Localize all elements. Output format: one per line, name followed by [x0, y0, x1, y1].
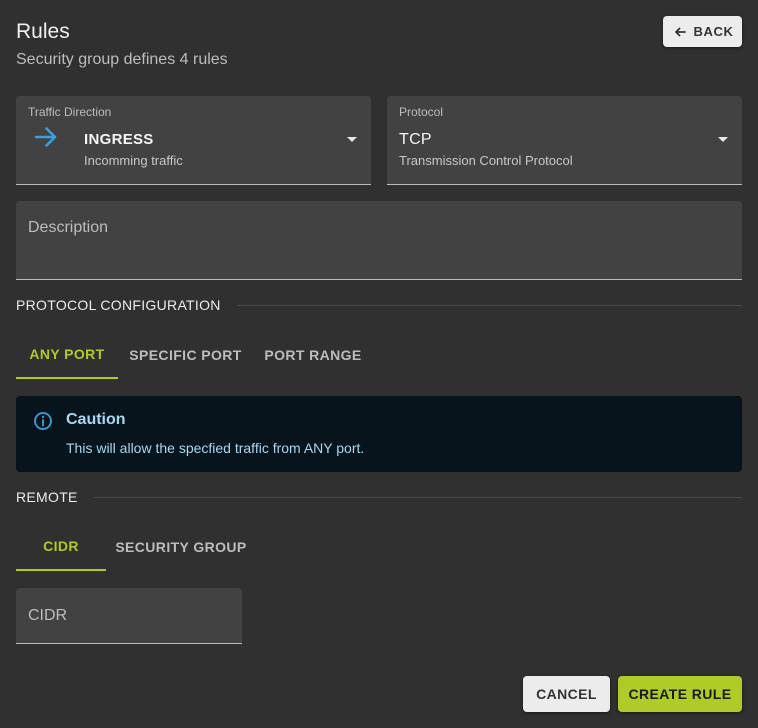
- tab-port-range[interactable]: PORT RANGE: [253, 331, 373, 379]
- section-divider: [93, 496, 742, 498]
- cancel-button[interactable]: CANCEL: [523, 676, 610, 712]
- back-button[interactable]: BACK: [663, 16, 742, 47]
- tab-any-port[interactable]: ANY PORT: [16, 331, 118, 379]
- tab-specific-port[interactable]: SPECIFIC PORT: [118, 331, 253, 379]
- alert-message: This will allow the specfied traffic fro…: [66, 440, 365, 456]
- rules-dialog: Rules Security group defines 4 rules BAC…: [0, 0, 758, 728]
- protocol-description: Transmission Control Protocol: [399, 153, 573, 168]
- cidr-input[interactable]: [16, 588, 242, 643]
- arrow-right-icon: [33, 124, 59, 150]
- remote-header: REMOTE: [16, 489, 742, 505]
- back-button-label: BACK: [693, 24, 734, 39]
- tab-cidr[interactable]: CIDR: [16, 523, 106, 571]
- info-icon: [33, 411, 53, 431]
- protocol-select[interactable]: Protocol TCP Transmission Control Protoc…: [387, 96, 742, 185]
- page-subtitle: Security group defines 4 rules: [16, 51, 228, 68]
- protocol-value: TCP: [399, 131, 432, 148]
- arrow-left-icon: [672, 24, 688, 40]
- tab-security-group[interactable]: SECURITY GROUP: [106, 523, 256, 571]
- protocol-label: Protocol: [399, 105, 444, 119]
- protocol-configuration-title: PROTOCOL CONFIGURATION: [16, 297, 221, 313]
- caution-alert: Caution This will allow the specfied tra…: [16, 396, 742, 472]
- section-divider: [236, 304, 742, 306]
- description-field: [16, 201, 742, 280]
- traffic-direction-description: Incomming traffic: [84, 153, 183, 168]
- create-rule-button[interactable]: CREATE RULE: [618, 676, 742, 712]
- alert-title: Caution: [66, 411, 126, 428]
- description-input[interactable]: [16, 201, 742, 279]
- page-title: Rules: [16, 20, 70, 43]
- caret-down-icon: [347, 137, 357, 142]
- traffic-direction-label: Traffic Direction: [28, 105, 112, 119]
- remote-title: REMOTE: [16, 489, 78, 505]
- caret-down-icon: [718, 137, 728, 142]
- protocol-configuration-header: PROTOCOL CONFIGURATION: [16, 297, 742, 313]
- traffic-direction-value: INGRESS: [84, 131, 154, 148]
- traffic-direction-select[interactable]: Traffic Direction INGRESS Incomming traf…: [16, 96, 371, 185]
- cidr-field: [16, 588, 242, 644]
